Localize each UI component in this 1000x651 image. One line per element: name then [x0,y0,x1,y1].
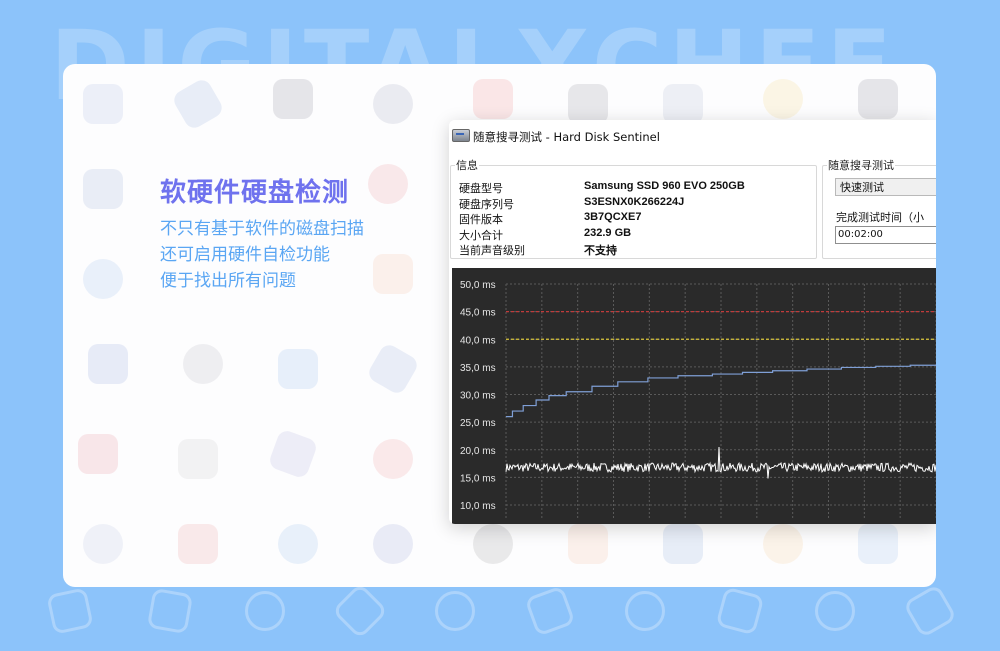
faded-icon [83,84,123,124]
faded-icon [178,524,218,564]
window-titlebar[interactable]: 随意搜寻测试 - Hard Disk Sentinel [449,120,936,150]
info-row-serial: 硬盘序列号 S3ESNX0K266224J [459,196,809,212]
faded-icon [83,169,123,209]
info-row-size: 大小合计 232.9 GB [459,227,809,243]
decorative-icon [625,591,665,631]
faded-icon [858,524,898,564]
info-row-firmware: 固件版本 3B7QCXE7 [459,211,809,227]
decorative-icon-row [40,582,980,645]
faded-icon [78,434,118,474]
info-value: Samsung SSD 960 EVO 250GB [584,180,745,192]
decorative-icon [815,591,855,631]
seek-time-chart-svg: 50,0 ms 45,0 ms 40,0 ms 35,0 ms 30,0 ms 25,0 … [460,280,936,518]
faded-icon [278,349,318,389]
faded-icon [373,524,413,564]
promo-line: 不只有基于软件的磁盘扫描 [160,219,364,239]
faded-icon [368,164,408,204]
promo-line: 便于找出所有问题 [160,271,296,291]
faded-icon [83,259,123,299]
duration-input[interactable]: 00:02:00 [835,226,936,244]
decorative-icon [902,583,958,639]
decorative-icon [435,591,475,631]
info-label: 当前声音级别 [459,244,525,257]
faded-icon [373,439,413,479]
faded-icon [473,524,513,564]
decorative-icon [46,587,94,635]
faded-icon [373,84,413,124]
faded-icon [273,79,313,119]
info-row-model: 硬盘型号 Samsung SSD 960 EVO 250GB [459,180,809,196]
y-tick-label: 20,0 ms [460,446,496,457]
info-value: 232.9 GB [584,226,632,239]
y-tick-label: 10,0 ms [460,501,496,512]
test-type-select[interactable]: 快速测试 [835,178,936,196]
y-tick-label: 45,0 ms [460,308,496,319]
window-title: 随意搜寻测试 - Hard Disk Sentinel [473,130,660,144]
decorative-icon [715,586,765,636]
info-label: 大小合计 [459,228,503,242]
seek-time-chart: 50,0 ms 45,0 ms 40,0 ms 35,0 ms 30,0 ms 25,0 … [452,268,936,524]
app-window: 随意搜寻测试 - Hard Disk Sentinel 信息 硬盘型号 Sams… [449,120,936,524]
faded-icon [373,254,413,294]
promo-line: 还可启用硬件自检功能 [160,245,330,265]
decorative-icon [245,591,285,631]
faded-icon [88,344,128,384]
info-label: 硬盘序列号 [459,197,514,211]
info-group-legend: 信息 [455,157,479,173]
faded-icon [568,524,608,564]
faded-icon [663,84,703,124]
info-value: 3B7QCXE7 [584,211,642,223]
duration-label: 完成测试时间（小 [836,211,924,224]
info-rows: 硬盘型号 Samsung SSD 960 EVO 250GB 硬盘序列号 S3E… [459,180,809,258]
faded-icon [568,84,608,124]
faded-icon [183,344,223,384]
y-tick-label: 25,0 ms [460,418,496,429]
info-value: S3ESNX0K266224J [584,195,685,208]
faded-icon [473,79,513,119]
decorative-icon [331,582,389,640]
promo-title: 软硬件硬盘检测 [160,178,350,208]
faded-icon [365,341,421,397]
y-tick-label: 50,0 ms [460,280,496,291]
info-value: 不支持 [584,245,617,257]
test-group-legend: 随意搜寻测试 [827,157,895,173]
info-label: 硬盘型号 [459,182,503,195]
y-tick-label: 30,0 ms [460,391,496,402]
faded-icon [763,524,803,564]
decorative-icon [524,585,576,637]
faded-icon [278,524,318,564]
y-tick-label: 35,0 ms [460,363,496,374]
info-row-acoustic: 当前声音级别 不支持 [459,242,809,258]
y-tick-label: 15,0 ms [460,473,496,484]
faded-icon [83,524,123,564]
feature-card: 软硬件硬盘检测 不只有基于软件的磁盘扫描 还可启用硬件自检功能 便于找出所有问题… [63,64,936,587]
faded-icon [267,428,319,480]
faded-icon [170,76,226,132]
info-group: 信息 硬盘型号 Samsung SSD 960 EVO 250GB 硬盘序列号 … [450,157,817,259]
decorative-icon [146,587,194,635]
faded-icon [858,79,898,119]
y-tick-label: 40,0 ms [460,335,496,346]
hard-disk-icon [452,129,470,142]
faded-icon [178,439,218,479]
test-group: 随意搜寻测试 快速测试 完成测试时间（小 00:02:00 [822,157,936,259]
promo-description: 不只有基于软件的磁盘扫描 还可启用硬件自检功能 便于找出所有问题 [160,216,364,294]
faded-icon [663,524,703,564]
faded-icon [763,79,803,119]
info-label: 固件版本 [459,213,503,226]
